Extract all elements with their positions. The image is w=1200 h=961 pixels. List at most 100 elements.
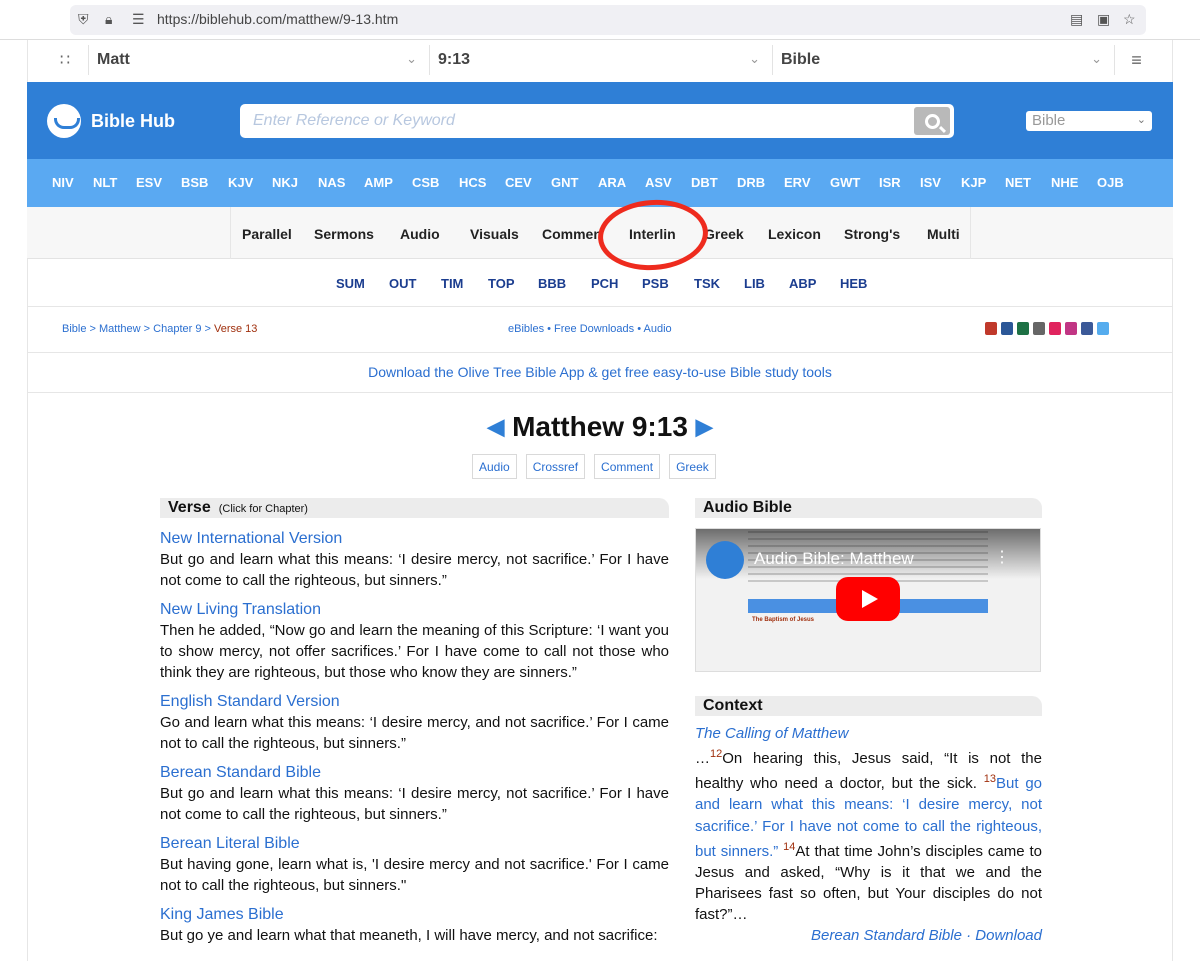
more-options-icon[interactable]: ⋮ — [994, 547, 1010, 567]
excel-icon[interactable] — [1017, 322, 1029, 335]
bible-select[interactable]: Bible ⌄ — [772, 45, 1114, 75]
ebibles-link[interactable]: eBibles — [508, 323, 544, 335]
verse-select[interactable]: 9:13 ⌄ — [429, 45, 772, 75]
book-select[interactable]: Matt ⌄ — [88, 45, 429, 75]
translation-name-link[interactable]: New International Version — [160, 528, 669, 549]
version-link[interactable]: CEV — [505, 175, 532, 190]
version-link[interactable]: GWT — [830, 175, 860, 190]
channel-avatar-icon[interactable] — [706, 541, 744, 579]
twitter-icon[interactable] — [1097, 322, 1109, 335]
tab-strongs[interactable]: Strong's — [844, 226, 900, 242]
tab-multi[interactable]: Multi — [927, 226, 960, 242]
version-link[interactable]: NIV — [52, 175, 74, 190]
version-link[interactable]: NAS — [318, 175, 345, 190]
resource-link[interactable]: PCH — [591, 276, 618, 291]
search-button[interactable] — [914, 107, 950, 135]
version-link[interactable]: NET — [1005, 175, 1031, 190]
verse-number[interactable]: 12 — [710, 748, 722, 760]
tab-visuals[interactable]: Visuals — [470, 226, 519, 242]
pocket-icon[interactable] — [1049, 322, 1061, 335]
translation-name-link[interactable]: King James Bible — [160, 904, 669, 925]
browser-url-bar: ⛨ 🔒︎ ☰ https://biblehub.com/matthew/9-13… — [0, 0, 1200, 40]
resource-link[interactable]: TIM — [441, 276, 463, 291]
lock-icon[interactable]: 🔒︎ — [105, 11, 112, 28]
version-link[interactable]: GNT — [551, 175, 578, 190]
next-verse-arrow-icon[interactable]: ▶ — [696, 414, 713, 439]
crossref-pill[interactable]: Crossref — [525, 454, 586, 479]
version-link[interactable]: KJV — [228, 175, 253, 190]
version-link[interactable]: NHE — [1051, 175, 1078, 190]
bible-hub-logo[interactable]: Bible Hub — [47, 104, 175, 138]
translation-entry: King James Bible But go ye and learn wha… — [160, 904, 669, 946]
tab-lexicon[interactable]: Lexicon — [768, 226, 821, 242]
resource-link[interactable]: ABP — [789, 276, 816, 291]
resource-link[interactable]: TSK — [694, 276, 720, 291]
resource-link[interactable]: SUM — [336, 276, 365, 291]
version-link[interactable]: ESV — [136, 175, 162, 190]
context-footer-link[interactable]: Berean Standard Bible · Download — [695, 927, 1042, 944]
translation-name-link[interactable]: Berean Standard Bible — [160, 762, 669, 783]
tab-sermons[interactable]: Sermons — [314, 226, 374, 242]
version-link[interactable]: CSB — [412, 175, 439, 190]
tab-greek[interactable]: Greek — [704, 226, 744, 242]
greek-pill[interactable]: Greek — [669, 454, 716, 479]
play-button-icon[interactable] — [836, 577, 900, 621]
text-file-icon[interactable] — [1033, 322, 1045, 335]
audio-pill[interactable]: Audio — [472, 454, 517, 479]
version-link[interactable]: AMP — [364, 175, 393, 190]
verse-heading[interactable]: Verse (Click for Chapter) — [160, 498, 669, 518]
version-link[interactable]: ISV — [920, 175, 941, 190]
tab-audio[interactable]: Audio — [400, 226, 440, 242]
search-input[interactable]: Enter Reference or Keyword — [253, 112, 455, 130]
promo-link[interactable]: Download the Olive Tree Bible App & get … — [368, 364, 832, 380]
hamburger-menu-icon[interactable]: ≡ — [1114, 45, 1158, 75]
resource-link[interactable]: LIB — [744, 276, 765, 291]
version-link[interactable]: NKJ — [272, 175, 298, 190]
version-link[interactable]: DRB — [737, 175, 765, 190]
resource-link[interactable]: TOP — [488, 276, 515, 291]
breadcrumb-chapter[interactable]: Chapter 9 — [153, 323, 201, 335]
instagram-icon[interactable] — [1065, 322, 1077, 335]
tab-parallel[interactable]: Parallel — [242, 226, 292, 242]
translation-name-link[interactable]: Berean Literal Bible — [160, 833, 669, 854]
bible-dropdown[interactable]: Bible ⌄ — [1026, 111, 1152, 131]
bookmark-star-icon[interactable]: ☆ — [1123, 11, 1136, 28]
reader-view-icon[interactable]: ▤ — [1070, 11, 1083, 28]
facebook-icon[interactable] — [1081, 322, 1093, 335]
translation-name-link[interactable]: New Living Translation — [160, 599, 669, 620]
version-link[interactable]: HCS — [459, 175, 486, 190]
translation-name-link[interactable]: English Standard Version — [160, 691, 669, 712]
prev-verse-arrow-icon[interactable]: ◀ — [487, 414, 504, 439]
grid-menu-icon[interactable]: ∷ — [42, 45, 88, 75]
audio-bible-video[interactable]: The Baptism of Jesus Audio Bible: Matthe… — [695, 528, 1041, 672]
url-text[interactable]: https://biblehub.com/matthew/9-13.htm — [157, 11, 398, 27]
word-icon[interactable] — [1001, 322, 1013, 335]
breadcrumb-bible[interactable]: Bible — [62, 323, 86, 335]
version-link[interactable]: ARA — [598, 175, 626, 190]
resource-link[interactable]: PSB — [642, 276, 669, 291]
verse-number[interactable]: 14 — [783, 841, 795, 853]
tab-commentary[interactable]: Commen — [542, 226, 602, 242]
video-title[interactable]: Audio Bible: Matthew — [754, 549, 914, 569]
audio-link[interactable]: Audio — [644, 323, 672, 335]
version-link[interactable]: KJP — [961, 175, 986, 190]
version-link[interactable]: OJB — [1097, 175, 1124, 190]
version-link[interactable]: NLT — [93, 175, 117, 190]
resource-link[interactable]: OUT — [389, 276, 416, 291]
version-link[interactable]: ERV — [784, 175, 811, 190]
page-permissions-icon[interactable]: ☰ — [132, 11, 145, 28]
resource-link[interactable]: HEB — [840, 276, 867, 291]
comment-pill[interactable]: Comment — [594, 454, 661, 479]
context-title-link[interactable]: The Calling of Matthew — [695, 725, 1042, 742]
shield-icon[interactable]: ⛨ — [78, 11, 89, 28]
free-downloads-link[interactable]: Free Downloads — [554, 323, 634, 335]
version-link[interactable]: ISR — [879, 175, 901, 190]
breadcrumb-book[interactable]: Matthew — [99, 323, 141, 335]
version-link[interactable]: ASV — [645, 175, 672, 190]
version-link[interactable]: BSB — [181, 175, 208, 190]
version-link[interactable]: DBT — [691, 175, 718, 190]
verse-number[interactable]: 13 — [984, 773, 996, 785]
resource-link[interactable]: BBB — [538, 276, 566, 291]
pdf-icon[interactable] — [985, 322, 997, 335]
picture-in-picture-icon[interactable]: ▣ — [1097, 11, 1110, 28]
